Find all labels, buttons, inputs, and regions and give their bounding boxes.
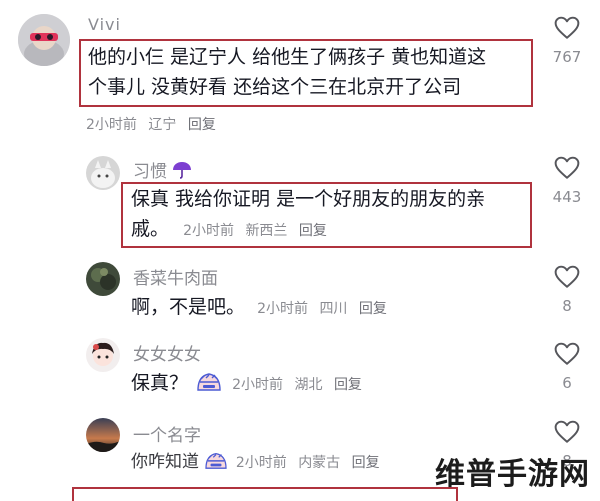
username[interactable]: 习惯 [133, 157, 192, 182]
highlight-box [72, 487, 458, 501]
avatar[interactable] [86, 156, 120, 190]
sweating-emoji-icon [197, 373, 221, 391]
like-count: 6 [562, 374, 572, 392]
comment-text: 保真？ 2小时前 湖北 回复 [131, 368, 369, 400]
comment-time: 2小时前 [86, 117, 137, 133]
comment-text: 啊，不是吧。 2小时前 四川 回复 [131, 292, 394, 324]
comment-location: 辽宁 [148, 117, 177, 133]
comment-location: 湖北 [294, 377, 323, 393]
username[interactable]: 香菜牛肉面 [133, 264, 218, 289]
reply-button[interactable]: 回复 [188, 117, 216, 133]
heart-icon[interactable] [554, 420, 580, 444]
avatar[interactable] [18, 14, 70, 66]
heart-icon[interactable] [554, 265, 580, 289]
username[interactable]: Vivi [88, 15, 121, 34]
comment-meta: 2小时前 内蒙古 回复 [236, 455, 387, 471]
reply-button[interactable]: 回复 [359, 301, 387, 317]
comment-time: 2小时前 [257, 301, 308, 317]
comment-text: 你咋知道 2小时前 内蒙古 回复 [131, 447, 387, 478]
comment-meta: 2小时前 湖北 回复 [232, 377, 369, 393]
reply-button[interactable]: 回复 [334, 377, 362, 393]
comment-time: 2小时前 [235, 455, 287, 471]
comment-meta: 2小时前 辽宁 回复 [86, 114, 223, 134]
reply-button[interactable]: 回复 [352, 455, 380, 471]
reply-button[interactable]: 回复 [299, 223, 327, 239]
umbrella-emoji-icon [173, 162, 192, 179]
heart-icon[interactable] [554, 16, 580, 40]
username[interactable]: 一个名字 [133, 421, 201, 446]
comment-text: 保真 我给你证明 是一个好朋友的朋友的亲 戚。 2小时前 新西兰 回复 [131, 188, 486, 240]
sweating-emoji-icon [205, 452, 228, 469]
avatar[interactable] [86, 418, 120, 452]
comment-time: 2小时前 [232, 377, 284, 393]
heart-icon[interactable] [554, 156, 580, 180]
heart-icon[interactable] [554, 342, 580, 366]
like-count: 8 [562, 297, 572, 315]
comment-location: 四川 [319, 301, 348, 317]
like-count: 443 [552, 188, 582, 206]
comment-time: 2小时前 [183, 223, 234, 239]
avatar[interactable] [86, 338, 120, 372]
comment-location: 内蒙古 [298, 455, 341, 471]
comment-meta: 2小时前 四川 回复 [257, 301, 394, 317]
watermark: 维普手游网 [435, 457, 590, 492]
username[interactable]: 女女女女 [133, 340, 201, 365]
like-count: 767 [552, 48, 582, 66]
comment-text: 他的小仨 是辽宁人 给他生了俩孩子 黄也知道这 个事儿 没黄好看 还给这个三在北… [88, 46, 487, 98]
avatar[interactable] [86, 262, 120, 296]
comment-location: 新西兰 [245, 223, 288, 239]
comment-meta: 2小时前 新西兰 回复 [183, 223, 334, 239]
